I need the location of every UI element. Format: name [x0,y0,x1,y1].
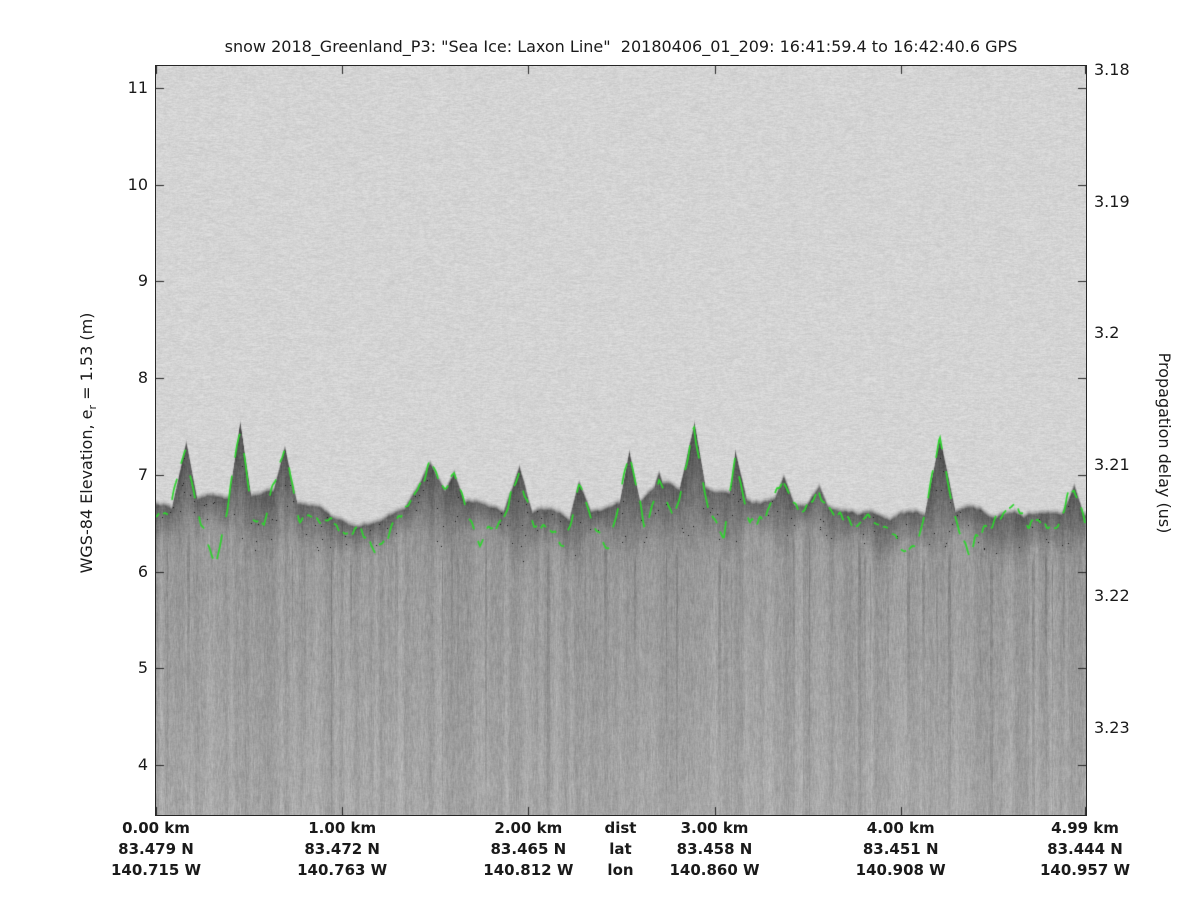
distance-label: 4.00 km [866,819,935,837]
latitude-label: 83.479 N [118,840,194,858]
elevation-tick-label: 8 [137,368,148,388]
distance-label: 1.00 km [308,819,377,837]
left-axis-label: WGS-84 Elevation, er = 1.53 (m) [77,243,99,643]
x-axis-header-column: dist lat lon [551,818,691,881]
delay-tick-label: 3.22 [1094,586,1130,606]
echogram-canvas[interactable] [156,66,1086,815]
longitude-label: 140.957 W [1039,861,1131,879]
elevation-tick-label: 11 [127,78,148,97]
distance-label: 4.99 km [1051,819,1119,837]
elevation-tick-label: 4 [137,755,148,774]
x-axis-tick-column: 1.00 km 83.472 N 140.763 W [272,818,412,881]
echogram-figure: snow 2018_Greenland_P3: "Sea Ice: Laxon … [0,0,1200,900]
left-axis-label-subscript: r [86,404,100,410]
elevation-tick-label: 7 [137,464,148,484]
x-axis-tick-column: 0.00 km 83.479 N 140.715 W [86,818,226,881]
x-axis-tick-column: 4.00 km 83.451 N 140.908 W [831,818,971,881]
elevation-tick-label: 5 [137,658,148,678]
x-axis-tick-column: 4.99 km 83.444 N 140.957 W [1015,818,1155,881]
right-axis-label: Propagation delay (us) [1155,352,1174,534]
latitude-label: lat [609,840,632,858]
elevation-tick-label: 10 [127,174,148,194]
longitude-label: lon [607,861,634,879]
elevation-tick-label: 9 [137,271,148,291]
figure-title: snow 2018_Greenland_P3: "Sea Ice: Laxon … [224,37,1018,56]
distance-label: 0.00 km [122,819,190,837]
longitude-label: 140.715 W [110,861,202,879]
delay-tick-label: 3.18 [1094,60,1130,79]
left-axis-label-text: WGS-84 Elevation, e [77,409,96,574]
delay-tick-label: 3.2 [1094,323,1120,343]
elevation-tick-label: 6 [137,561,148,581]
latitude-label: 83.444 N [1047,840,1123,858]
longitude-label: 140.763 W [297,861,388,879]
delay-tick-label: 3.21 [1094,454,1130,474]
latitude-label: 83.472 N [304,840,380,858]
distance-label: dist [604,819,637,837]
delay-tick-label: 3.23 [1094,718,1130,737]
plot-area [155,65,1087,816]
latitude-label: 83.451 N [862,840,939,858]
left-axis-label-units: = 1.53 (m) [77,312,96,405]
longitude-label: 140.908 W [855,861,946,879]
delay-tick-label: 3.19 [1094,191,1130,211]
